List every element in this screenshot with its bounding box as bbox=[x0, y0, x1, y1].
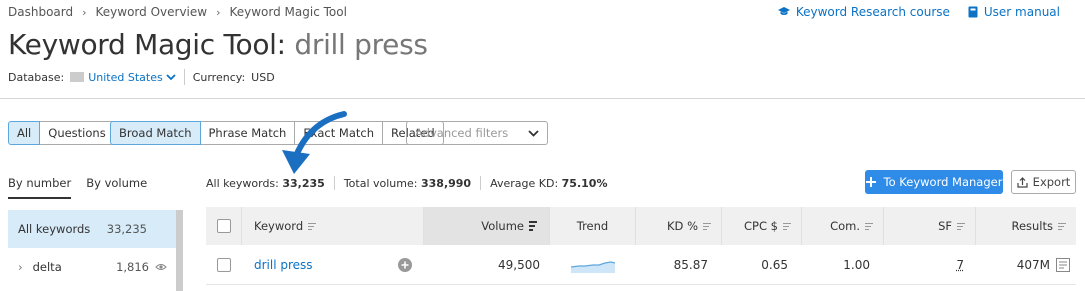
kd-cell: 85.87 bbox=[673, 258, 708, 272]
chevron-down-icon bbox=[528, 129, 539, 137]
sort-icon bbox=[783, 222, 791, 230]
volume-cell: 49,500 bbox=[498, 258, 540, 272]
breadcrumb-current: Keyword Magic Tool bbox=[229, 5, 347, 19]
divider bbox=[480, 176, 482, 190]
column-serp-features[interactable]: SF bbox=[884, 207, 976, 245]
sort-icon bbox=[308, 222, 317, 230]
plus-icon bbox=[865, 177, 876, 187]
sidebar-item-delta[interactable]: › delta 1,816 bbox=[8, 248, 183, 286]
select-all-checkbox[interactable] bbox=[216, 219, 231, 233]
column-trend: Trend bbox=[550, 207, 636, 245]
breadcrumb-keyword-overview[interactable]: Keyword Overview bbox=[96, 5, 208, 19]
serp-snapshot-icon[interactable] bbox=[1056, 258, 1070, 272]
competition-cell: 1.00 bbox=[843, 258, 870, 272]
results-cell: 407M bbox=[976, 245, 1076, 285]
divider bbox=[333, 176, 335, 190]
average-kd: 75.10% bbox=[561, 176, 608, 190]
table-row: drill press 49,500 85.87 0.65 1.00 7 407… bbox=[206, 245, 1076, 285]
sort-icon bbox=[529, 221, 537, 231]
row-select-cell bbox=[206, 245, 242, 285]
breadcrumb: Dashboard › Keyword Overview › Keyword M… bbox=[8, 5, 347, 19]
flag-icon bbox=[70, 72, 85, 82]
header-divider bbox=[0, 98, 1085, 99]
cpc-cell: 0.65 bbox=[761, 258, 788, 272]
sort-icon bbox=[865, 222, 873, 230]
serp-features-link[interactable]: 7 bbox=[956, 258, 964, 272]
question-filter-tabs: All Questions bbox=[8, 121, 115, 145]
divider bbox=[183, 69, 185, 85]
chevron-right-icon: › bbox=[82, 5, 87, 19]
tab-all[interactable]: All bbox=[8, 121, 41, 145]
add-to-list-icon[interactable] bbox=[398, 258, 412, 272]
column-cpc[interactable]: CPC $ bbox=[722, 207, 802, 245]
export-icon bbox=[1017, 176, 1028, 188]
export-button[interactable]: Export bbox=[1011, 170, 1076, 194]
chevron-right-icon: › bbox=[216, 5, 221, 19]
breadcrumb-dashboard[interactable]: Dashboard bbox=[8, 5, 73, 19]
column-kd[interactable]: KD % bbox=[636, 207, 722, 245]
sort-icon bbox=[957, 222, 965, 230]
column-keyword[interactable]: Keyword bbox=[242, 207, 424, 245]
tab-by-volume[interactable]: By volume bbox=[86, 176, 147, 199]
database-meta: Database: United States Currency: USD bbox=[8, 69, 275, 85]
sidebar-item-all-keywords[interactable]: All keywords 33,235 bbox=[8, 210, 183, 248]
keyword-cell: drill press bbox=[242, 245, 424, 285]
to-keyword-manager-button[interactable]: To Keyword Manager bbox=[865, 170, 1003, 194]
advanced-filters-dropdown[interactable]: Advanced filters bbox=[406, 121, 548, 145]
sort-icon bbox=[1058, 222, 1066, 230]
database-selector[interactable]: United States bbox=[88, 71, 176, 84]
chevron-down-icon bbox=[166, 73, 176, 80]
search-query: drill press bbox=[294, 28, 428, 61]
sort-icon bbox=[703, 222, 711, 230]
column-results[interactable]: Results bbox=[976, 207, 1076, 245]
tab-questions[interactable]: Questions bbox=[40, 121, 115, 145]
keyword-research-course-link[interactable]: Keyword Research course bbox=[777, 5, 950, 19]
book-icon bbox=[968, 6, 978, 18]
keyword-groups-sidebar: All keywords 33,235 › delta 1,816 bbox=[8, 210, 183, 291]
total-volume: 338,990 bbox=[420, 176, 472, 190]
help-links: Keyword Research course User manual bbox=[777, 5, 1060, 19]
serp-features-cell: 7 bbox=[884, 245, 976, 285]
column-competition[interactable]: Com. bbox=[802, 207, 884, 245]
eye-icon[interactable] bbox=[155, 263, 167, 271]
all-keywords-count: 33,235 bbox=[282, 176, 325, 190]
keywords-table: Keyword Volume Trend KD % CPC $ Com. SF … bbox=[206, 207, 1076, 291]
annotation-arrow bbox=[282, 111, 347, 174]
user-manual-link[interactable]: User manual bbox=[968, 5, 1060, 19]
row-checkbox[interactable] bbox=[217, 258, 231, 272]
tab-broad-match[interactable]: Broad Match bbox=[110, 121, 201, 145]
trend-sparkline bbox=[571, 261, 615, 273]
trend-cell bbox=[550, 245, 636, 285]
graduation-cap-icon bbox=[777, 7, 790, 15]
page-title: Keyword Magic Tool: drill press bbox=[8, 28, 428, 61]
table-header: Keyword Volume Trend KD % CPC $ Com. SF … bbox=[206, 207, 1076, 245]
keyword-stats: All keywords: 33,235 Total volume: 338,9… bbox=[206, 176, 608, 190]
sidebar-scrollbar[interactable] bbox=[176, 210, 183, 291]
column-volume[interactable]: Volume bbox=[424, 207, 550, 245]
select-all-cell bbox=[206, 207, 242, 245]
tab-by-number[interactable]: By number bbox=[8, 176, 72, 199]
keyword-link[interactable]: drill press bbox=[254, 258, 313, 272]
sort-tabs: By number By volume bbox=[8, 176, 147, 199]
chevron-right-icon[interactable]: › bbox=[18, 260, 23, 274]
